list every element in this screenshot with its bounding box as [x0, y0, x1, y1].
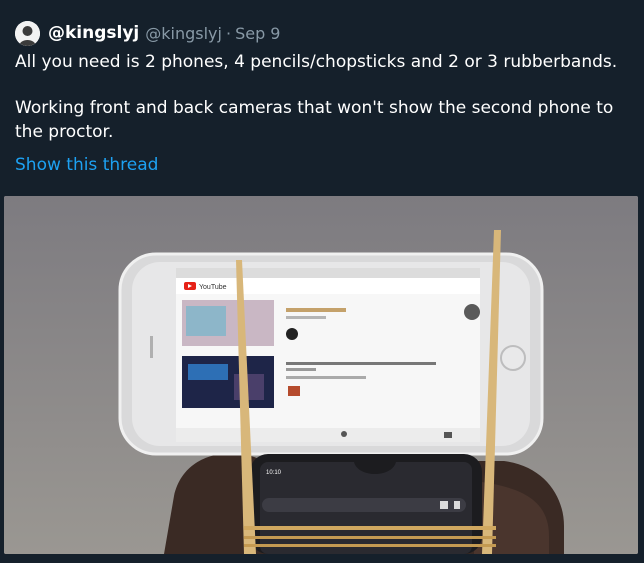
- tweet-text-line-2: Working front and back cameras that won'…: [15, 98, 614, 142]
- tweet-card[interactable]: @kingslyj @kingslyj · Sep 9 All you need…: [0, 0, 644, 563]
- show-thread-link[interactable]: Show this thread: [15, 155, 158, 175]
- tweet-photo[interactable]: YouTube 10:10: [4, 196, 638, 554]
- tweet-header: @kingslyj @kingslyj · Sep 9: [15, 18, 280, 48]
- tweet-text-line-1: All you need is 2 phones, 4 pencils/chop…: [15, 52, 618, 72]
- tweet-date[interactable]: Sep 9: [235, 24, 280, 43]
- home-button-icon: [500, 345, 526, 371]
- tweet-text: All you need is 2 phones, 4 pencils/chop…: [15, 50, 625, 144]
- user-handle[interactable]: @kingslyj: [145, 24, 222, 43]
- phone-rig-photo: YouTube 10:10: [4, 196, 638, 554]
- youtube-logo-text: YouTube: [199, 284, 227, 291]
- bottom-phone-time: 10:10: [266, 470, 282, 476]
- separator-dot: ·: [225, 23, 232, 43]
- display-name[interactable]: @kingslyj: [48, 23, 139, 43]
- camera-icon: [464, 304, 480, 320]
- top-phone-screen: [176, 268, 480, 442]
- avatar-image: [15, 20, 40, 46]
- avatar[interactable]: [15, 20, 40, 46]
- rubber-band: [244, 526, 496, 530]
